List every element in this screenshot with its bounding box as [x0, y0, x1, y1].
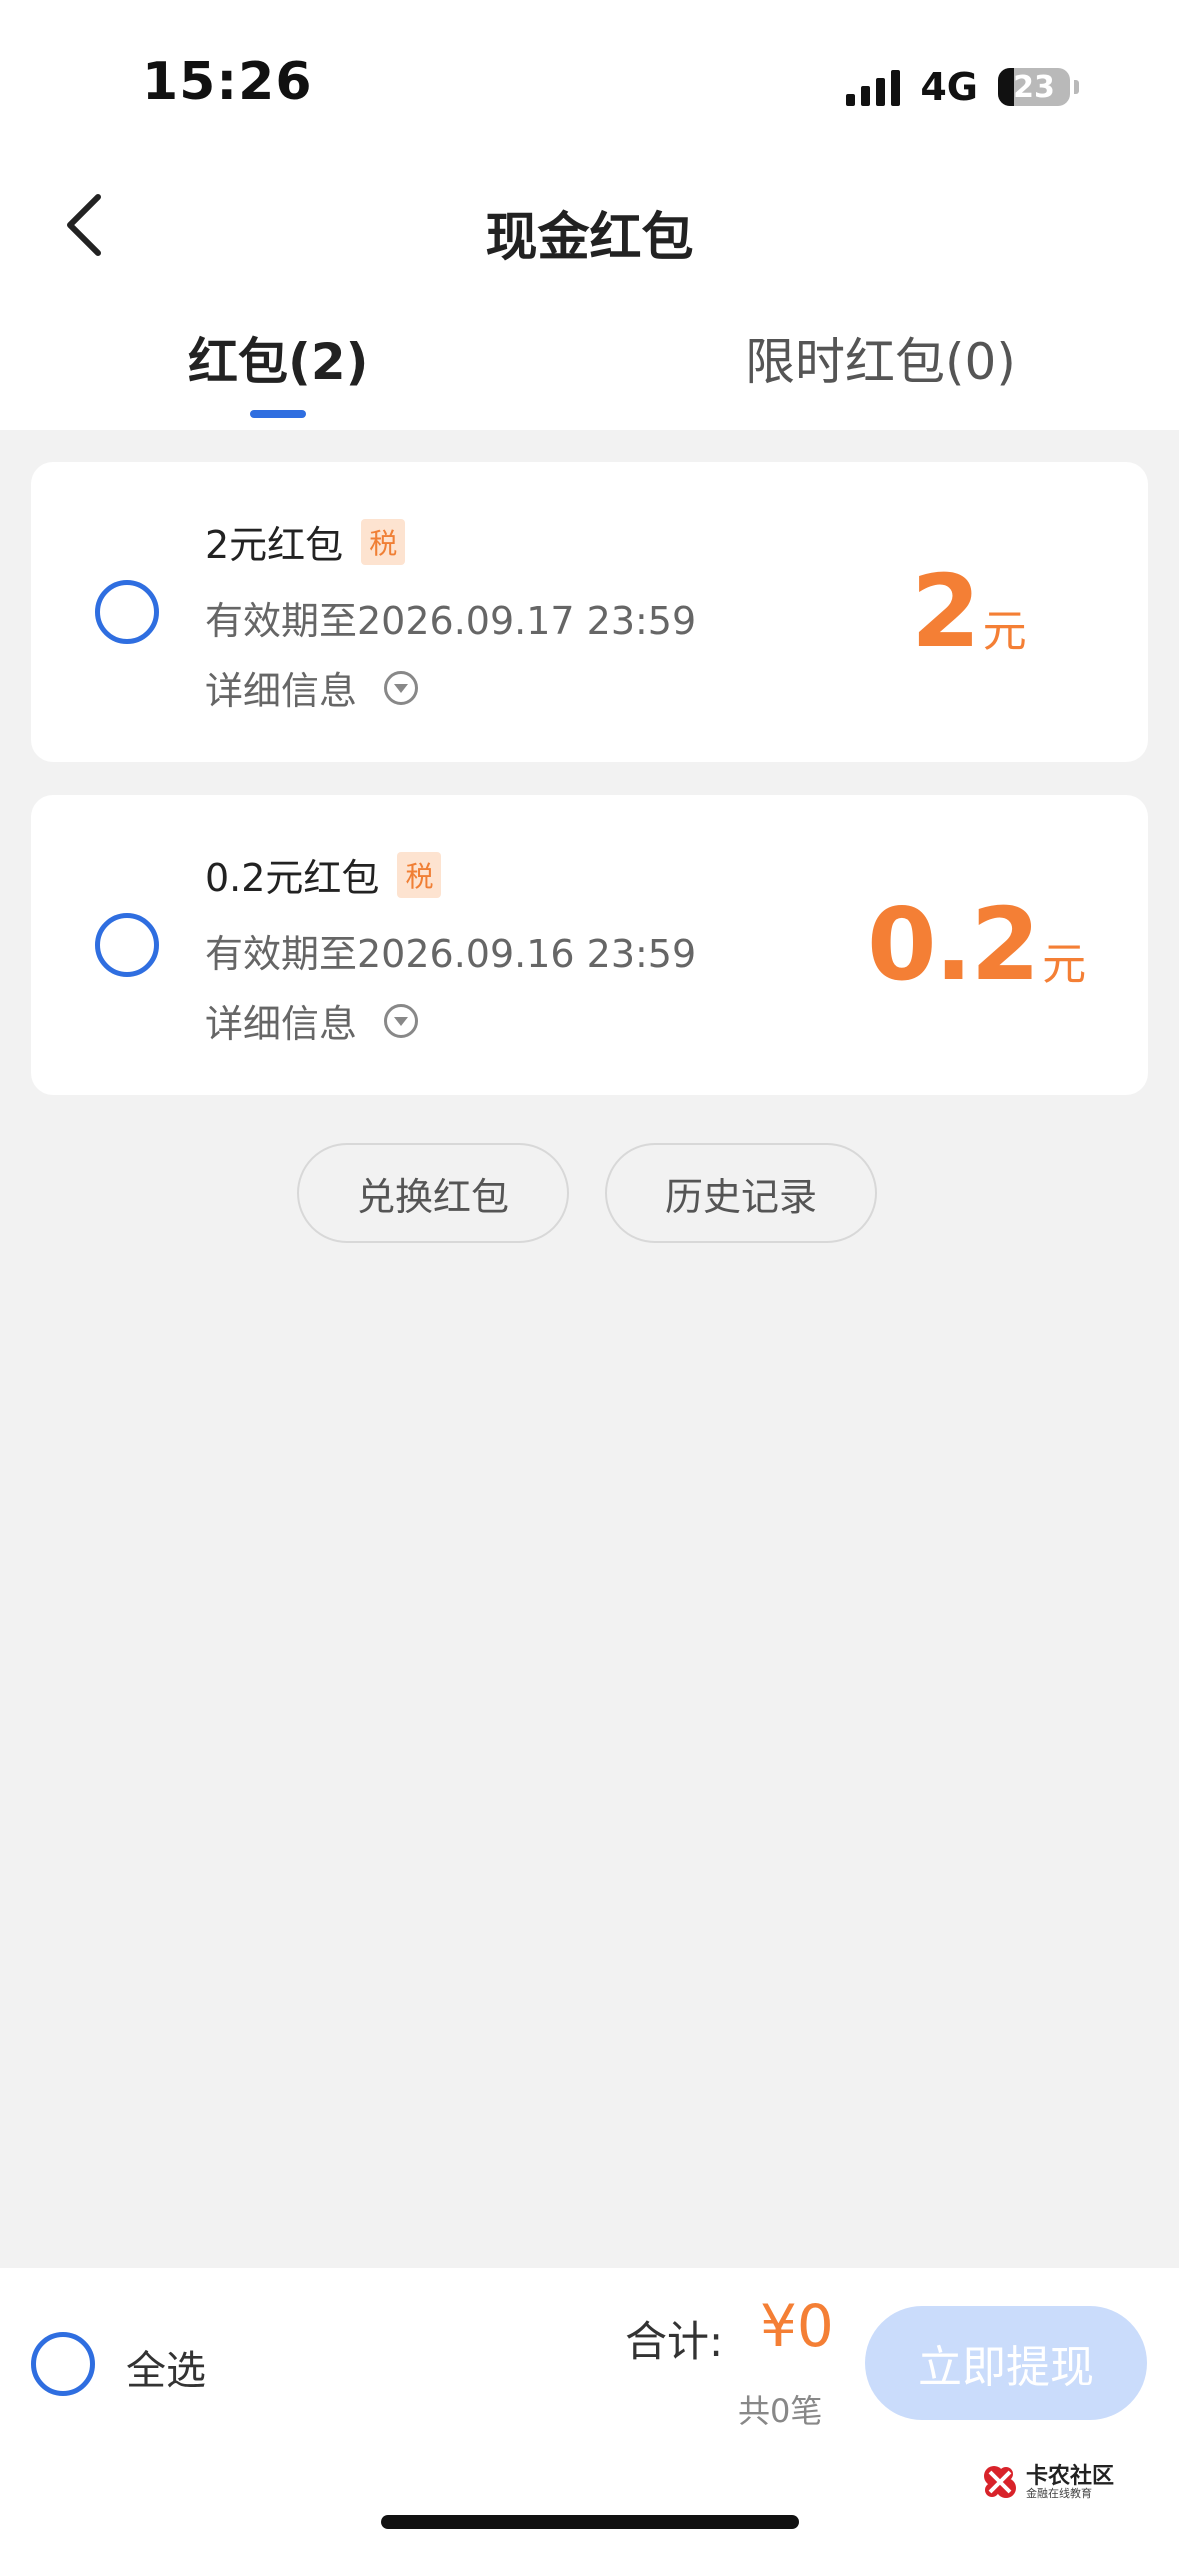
amount-unit: 元 — [1042, 939, 1087, 990]
circle-caret-down-icon — [384, 1003, 419, 1038]
redeem-red-packet-button[interactable]: 兑换红包 — [297, 1143, 569, 1243]
battery-icon: 23 — [998, 68, 1070, 106]
tab-red-packets[interactable]: 红包(2) — [188, 322, 369, 394]
select-radio[interactable] — [95, 580, 159, 644]
battery-cap — [1074, 80, 1079, 94]
packet-validity: 有效期至2026.09.16 23:59 — [205, 932, 697, 976]
red-packet-card[interactable]: 0.2元红包 税 有效期至2026.09.16 23:59 详细信息 0.2 元 — [31, 795, 1148, 1095]
packet-amount: 2 元 — [911, 562, 1027, 662]
total-value: ¥0 — [760, 2292, 834, 2360]
network-type: 4G — [920, 65, 978, 109]
watermark: 卡农社区 金融在线教育 — [980, 2462, 1114, 2502]
packet-title: 0.2元红包 — [205, 856, 380, 900]
withdraw-button[interactable]: 立即提现 — [865, 2306, 1147, 2420]
kanong-logo-icon — [984, 2466, 1016, 2498]
watermark-main: 卡农社区 — [1026, 2463, 1115, 2489]
tax-badge: 税 — [397, 851, 442, 898]
amount-value: 0.2 — [867, 886, 1040, 1003]
select-all-radio[interactable] — [31, 2332, 95, 2396]
history-button[interactable]: 历史记录 — [605, 1143, 877, 1243]
battery-percent: 23 — [1013, 69, 1055, 105]
circle-caret-down-icon — [384, 670, 419, 705]
packet-amount: 0.2 元 — [867, 895, 1086, 995]
packet-title: 2元红包 — [205, 523, 344, 567]
cellular-signal-icon — [846, 68, 901, 106]
status-indicators: 4G 23 — [846, 60, 1079, 114]
select-radio[interactable] — [95, 913, 159, 977]
home-indicator[interactable] — [381, 2515, 799, 2529]
red-packet-card[interactable]: 2元红包 税 有效期至2026.09.17 23:59 详细信息 2 元 — [31, 462, 1148, 762]
total-count: 共0笔 — [738, 2392, 823, 2430]
total-label: 合计: — [625, 2317, 724, 2366]
packet-title-row: 2元红包 税 — [205, 514, 406, 569]
tax-badge: 税 — [361, 518, 406, 565]
detail-toggle[interactable]: 详细信息 — [205, 660, 419, 715]
watermark-sub: 金融在线教育 — [1026, 2486, 1092, 2500]
packet-title-row: 0.2元红包 税 — [205, 847, 442, 902]
page-title: 现金红包 — [485, 208, 694, 268]
status-time: 15:26 — [142, 52, 313, 112]
tab-limited-red-packets[interactable]: 限时红包(0) — [745, 322, 1016, 394]
packet-validity: 有效期至2026.09.17 23:59 — [205, 599, 697, 643]
amount-unit: 元 — [982, 606, 1027, 657]
detail-label: 详细信息 — [205, 1002, 358, 1046]
amount-value: 2 — [911, 553, 981, 670]
select-all-label[interactable]: 全选 — [126, 2338, 206, 2396]
detail-label: 详细信息 — [205, 669, 358, 713]
detail-toggle[interactable]: 详细信息 — [205, 993, 419, 1048]
active-tab-indicator — [250, 410, 306, 418]
watermark-text: 卡农社区 金融在线教育 — [1026, 2465, 1114, 2500]
bottom-bar: 全选 合计: ¥0 共0笔 立即提现 — [0, 2268, 1179, 2556]
